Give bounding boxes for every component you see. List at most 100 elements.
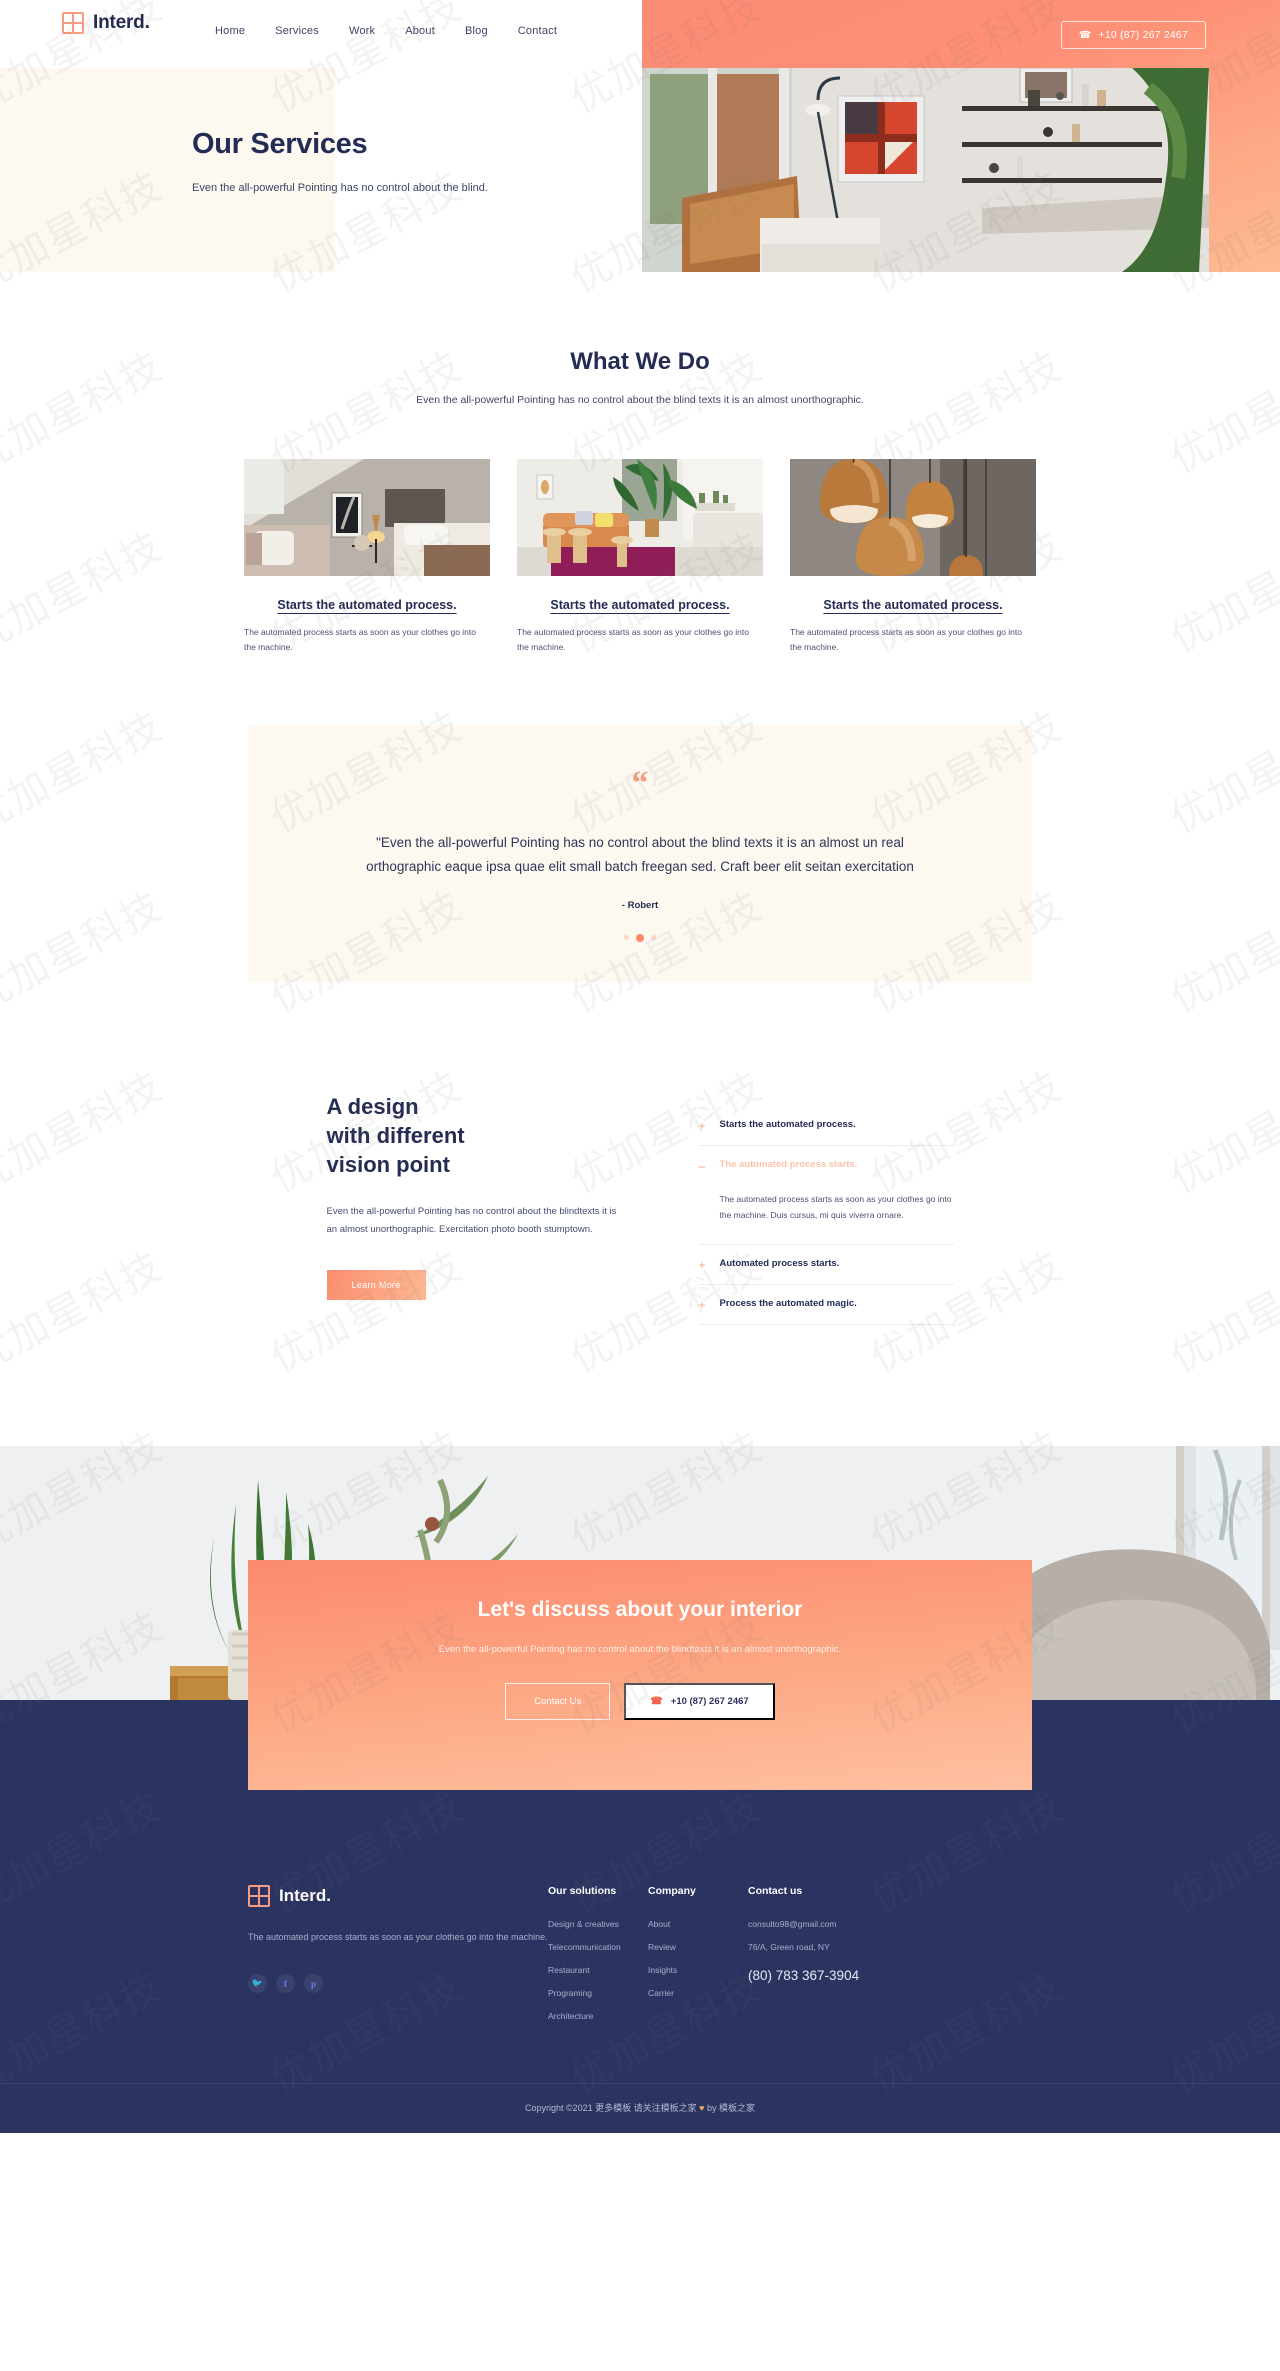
accordion-header[interactable]: + Process the automated magic. [699,1285,954,1324]
living-room-image [517,459,763,577]
hero-section: Interd. Home Services Work About Blog Co… [0,0,1280,272]
service-card-heading[interactable]: Starts the automated process. [550,598,729,612]
minus-icon: – [698,1158,706,1173]
footer-link[interactable]: About [648,1919,748,1929]
footer-contact-list: consulto98@gmail.com 76/A, Green road, N… [748,1919,938,1952]
hero-text-block: Our Services Even the all-powerful Point… [192,128,488,197]
hero-room-image [642,68,1209,272]
plus-icon: + [698,1298,706,1312]
carousel-dot-1[interactable] [624,935,629,941]
pinterest-icon[interactable]: p [304,1974,323,1994]
bedroom-image [244,459,490,577]
footer-link[interactable]: Review [648,1942,748,1952]
service-card[interactable]: Starts the automated process. The automa… [517,459,763,655]
design-section: A design with different vision point Eve… [0,982,1280,1420]
testimonial-text: "Even the all-powerful Pointing has no c… [366,835,914,874]
footer-column-company: Company About Review Insights Carrier [648,1885,748,2021]
service-card-image [244,459,490,577]
hero-subtitle: Even the all-powerful Pointing has no co… [192,182,488,194]
footer-column-title: Contact us [748,1885,803,1897]
plus-icon: + [698,1258,706,1272]
phone-icon: ☎ [1078,29,1092,41]
contact-us-button[interactable]: Contact Us [505,1683,611,1721]
footer-link[interactable]: Telecommunication [548,1942,648,1952]
accordion-item[interactable]: + Starts the automated process. [698,1106,954,1146]
design-heading-line2: with different [326,1122,465,1148]
page-title: Our Services [192,128,368,160]
footer-phone[interactable]: (80) 783 367-3904 [748,1968,938,1983]
footer-link[interactable]: Programing [548,1988,648,1998]
carousel-dot-3[interactable] [651,935,656,941]
accordion-item[interactable]: + Automated process starts. [698,1245,954,1285]
nav-item-services[interactable]: Services [275,25,319,37]
nav-item-about[interactable]: About [405,25,435,37]
footer-link[interactable]: Carrier [648,1988,748,1998]
carousel-dots [343,933,937,942]
carousel-dot-2-active[interactable] [636,933,644,942]
footer-email[interactable]: consulto98@gmail.com [748,1919,938,1929]
copyright-bar: Copyright ©2021 更多模板 请关注模板之家 ♥ by 模板之家 [0,2083,1280,2133]
accordion-item-expanded[interactable]: – The automated process starts. The auto… [698,1146,954,1245]
grid-logo-icon [62,12,84,34]
service-card[interactable]: Starts the automated process. The automa… [244,459,490,655]
nav-item-contact[interactable]: Contact [518,25,557,37]
twitter-icon[interactable]: 🐦 [248,1974,267,1994]
header-phone-button[interactable]: ☎ +10 (87) 267 2467 [1060,21,1206,49]
footer-link[interactable]: Architecture [548,2011,648,2021]
service-card-body: The automated process starts as soon as … [244,627,476,653]
accordion-label: The automated process starts. [719,1158,858,1170]
service-cards: Starts the automated process. The automa… [0,459,1280,655]
footer-link-list: Design & creatives Telecommunication Res… [548,1919,648,2021]
top-navigation-bar: Interd. Home Services Work About Blog Co… [0,0,1280,62]
service-card-heading[interactable]: Starts the automated process. [277,598,456,612]
hero-photo [642,68,1209,272]
footer-link-list: About Review Insights Carrier [648,1919,748,1998]
service-card-image [790,459,1036,577]
service-card-body: The automated process starts as soon as … [517,627,749,653]
service-card-image [517,459,763,577]
footer-link[interactable]: Insights [648,1965,748,1975]
footer-logo[interactable]: Interd. [248,1885,548,1907]
heart-icon: ♥ [699,2103,705,2113]
footer-brand-block: Interd. The automated process starts as … [248,1885,548,2021]
accordion-item[interactable]: + Process the automated magic. [698,1285,954,1325]
footer-column-title: Our solutions [548,1885,617,1897]
section-subtitle: Even the all-powerful Pointing has no co… [416,394,864,406]
design-heading-line3: vision point [326,1151,450,1177]
footer-brand-name: Interd. [279,1886,331,1905]
cta-phone-button[interactable]: ☎ +10 (87) 267 2467 [624,1683,775,1721]
accordion-header[interactable]: – The automated process starts. [699,1146,954,1185]
cta-section: Let's discuss about your interior Even t… [0,1420,1280,1790]
footer-link[interactable]: Design & creatives [548,1919,648,1929]
footer-columns: Interd. The automated process starts as … [248,1885,1032,2021]
learn-more-button[interactable]: Learn More [326,1270,426,1301]
cta-paragraph: Even the all-powerful Pointing has no co… [438,1644,842,1655]
accordion-label: Automated process starts. [719,1258,840,1269]
copyright-text: Copyright ©2021 更多模板 请关注模板之家 [524,2103,697,2113]
header-phone-label: +10 (87) 267 2467 [1098,29,1188,41]
testimonial-section: “ "Even the all-powerful Pointing has no… [0,655,1280,982]
quote-mark-icon: “ [631,765,649,803]
accordion-label: Process the automated magic. [719,1298,857,1309]
brand-logo[interactable]: Interd. [62,12,150,34]
footer-column-contact: Contact us consulto98@gmail.com 76/A, Gr… [748,1885,938,2021]
footer-description: The automated process starts as soon as … [248,1932,548,1942]
main-nav: Home Services Work About Blog Contact [215,0,557,62]
design-heading: A design with different vision point [327,1092,627,1179]
accordion: + Starts the automated process. – The au… [698,1106,954,1325]
copyright-author: by 模板之家 [707,2103,756,2113]
service-card[interactable]: Starts the automated process. The automa… [790,459,1036,655]
testimonial-author: - Robert [621,900,659,912]
facebook-icon[interactable]: f [276,1974,295,1994]
accordion-header[interactable]: + Automated process starts. [699,1245,954,1284]
accordion-header[interactable]: + Starts the automated process. [699,1106,954,1145]
service-card-heading[interactable]: Starts the automated process. [823,598,1002,612]
nav-item-blog[interactable]: Blog [465,25,488,37]
design-heading-line1: A design [326,1093,419,1119]
nav-item-work[interactable]: Work [349,25,375,37]
footer-link[interactable]: Restaurant [548,1965,648,1975]
nav-item-home[interactable]: Home [215,25,245,37]
plus-icon: + [698,1118,706,1133]
accordion-label: Starts the automated process. [719,1118,856,1130]
page-root: Interd. Home Services Work About Blog Co… [0,0,1280,2133]
